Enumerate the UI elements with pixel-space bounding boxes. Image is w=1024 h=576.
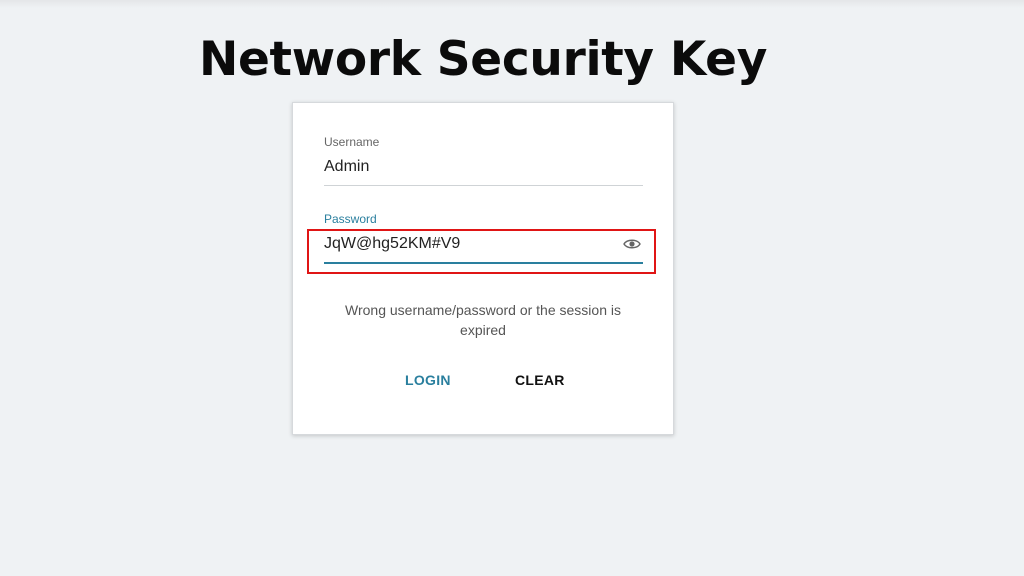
username-label: Username xyxy=(324,135,380,149)
page-title: Network Security Key xyxy=(198,32,768,87)
password-label: Password xyxy=(324,212,377,226)
error-message: Wrong username/password or the session i… xyxy=(345,302,621,338)
login-button[interactable]: LOGIN xyxy=(397,368,459,392)
password-highlight-box xyxy=(307,229,656,274)
login-card: Username Admin Password JqW@hg52KM#V9 Wr… xyxy=(292,102,674,435)
username-value: Admin xyxy=(324,158,370,175)
username-input[interactable]: Admin xyxy=(324,155,643,186)
top-shade xyxy=(0,0,1024,8)
username-field: Username Admin xyxy=(324,135,643,186)
clear-button[interactable]: CLEAR xyxy=(507,368,573,392)
